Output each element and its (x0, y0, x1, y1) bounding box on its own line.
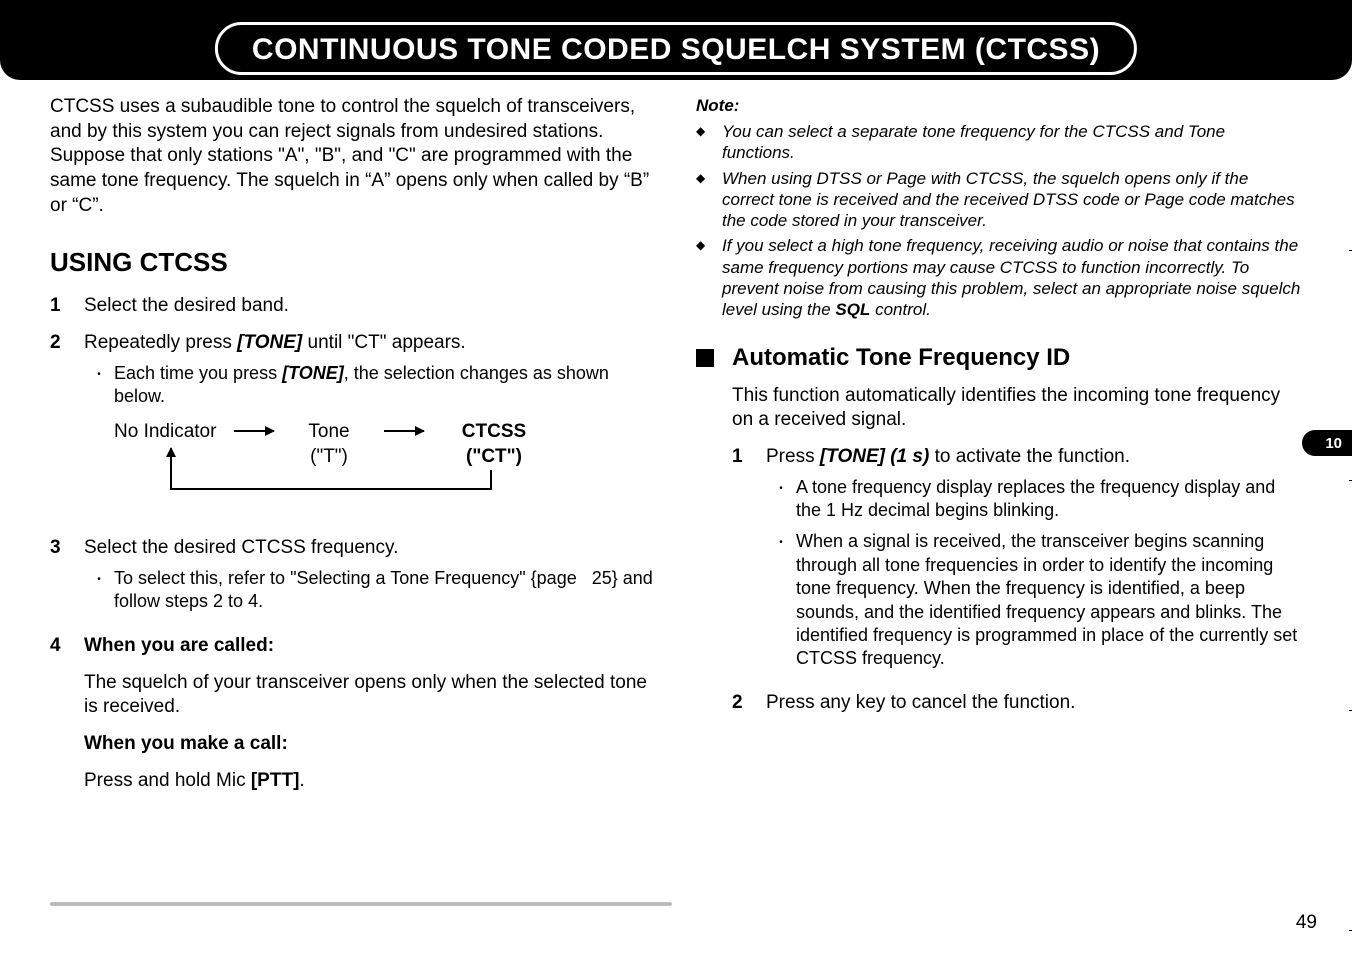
intro-paragraph: CTCSS uses a subaudible tone to control … (50, 95, 656, 218)
diamond-bullet-icon: ◆ (696, 235, 722, 320)
page-title-pill: CONTINUOUS TONE CODED SQUELCH SYSTEM (CT… (215, 22, 1137, 75)
bullet-icon: • (766, 530, 796, 670)
arrow-right-icon (384, 430, 424, 432)
crop-ticks (1348, 0, 1352, 954)
chapter-tab-badge: 10 (1302, 430, 1352, 456)
arrow-up-icon (170, 448, 172, 490)
bullet-icon: • (84, 362, 114, 409)
diagram-line (490, 470, 492, 490)
tone-1s-key: [TONE] (1 s) (820, 446, 929, 467)
step-3: 3 Select the desired CTCSS frequency. • … (50, 536, 656, 621)
note-item: ◆You can select a separate tone frequenc… (696, 121, 1302, 164)
when-call-body: Press and hold Mic [PTT]. (84, 769, 656, 794)
bullet-icon: • (84, 567, 114, 614)
sql-key: SQL (835, 300, 870, 319)
footer-rule (50, 902, 672, 906)
step-number: 2 (732, 691, 766, 716)
arrow-right-icon (234, 430, 274, 432)
step-number: 1 (732, 445, 766, 679)
right-step-1: 1 Press [TONE] (1 s) to activate the fun… (732, 445, 1302, 679)
note-list: ◆You can select a separate tone frequenc… (696, 121, 1302, 320)
when-called-body: The squelch of your transceiver opens on… (84, 671, 656, 720)
step-body: Press [TONE] (1 s) to activate the funct… (766, 445, 1302, 679)
step-body: Repeatedly press [TONE] until "CT" appea… (84, 331, 656, 524)
section-heading-using-ctcss: USING CTCSS (50, 246, 656, 280)
subsection-intro: This function automatically identifies t… (732, 384, 1302, 433)
left-column: CTCSS uses a subaudible tone to control … (50, 95, 656, 894)
right-step-2: 2 Press any key to cancel the function. (732, 691, 1302, 716)
page-number: 49 (1296, 912, 1317, 934)
step-2-sub: • Each time you press [TONE], the select… (84, 362, 656, 409)
tone-key: [TONE] (282, 363, 344, 383)
subsection-heading: Automatic Tone Frequency ID (732, 342, 1070, 373)
step-body: Select the desired CTCSS frequency. • To… (84, 536, 656, 621)
diag-ctcss-sub: ("CT") (466, 446, 522, 467)
bullet-icon: • (766, 476, 796, 523)
right-column: Note: ◆You can select a separate tone fr… (696, 95, 1302, 894)
step-2: 2 Repeatedly press [TONE] until "CT" app… (50, 331, 656, 524)
diag-tone-sub: ("T") (310, 446, 348, 467)
note-item: ◆If you select a high tone frequency, re… (696, 235, 1302, 320)
step-4: 4 When you are called: The squelch of yo… (50, 634, 656, 793)
subsection-heading-row: Automatic Tone Frequency ID (696, 342, 1302, 373)
step-body: Press any key to cancel the function. (766, 691, 1302, 716)
steps-list: 1 Select the desired band. 2 Repeatedly … (50, 294, 656, 793)
tone-key: [TONE] (237, 332, 302, 353)
right-step-1-sub2: • When a signal is received, the transce… (766, 530, 1302, 670)
content-columns: CTCSS uses a subaudible tone to control … (50, 95, 1302, 894)
step-body: When you are called: The squelch of your… (84, 634, 656, 793)
square-bullet-icon (696, 349, 714, 367)
step-1: 1 Select the desired band. (50, 294, 656, 319)
ptt-key: [PTT] (251, 770, 300, 791)
diag-no-indicator: No Indicator (114, 420, 216, 445)
diamond-bullet-icon: ◆ (696, 168, 722, 232)
diagram-line (170, 488, 492, 490)
right-step-1-sub1: • A tone frequency display replaces the … (766, 476, 1302, 523)
step-number: 4 (50, 634, 84, 793)
when-called-heading: When you are called: (84, 635, 274, 656)
chapter-number: 10 (1325, 435, 1342, 452)
note-heading: Note: (696, 95, 1302, 117)
right-steps-list: 1 Press [TONE] (1 s) to activate the fun… (732, 445, 1302, 716)
step-3-sub: • To select this, refer to "Selecting a … (84, 567, 656, 614)
diag-ctcss: CTCSS (462, 421, 526, 442)
diamond-bullet-icon: ◆ (696, 121, 722, 164)
selection-cycle-diagram: No Indicator Tone ("T") CTCSS ("CT") (114, 420, 656, 510)
page-title: CONTINUOUS TONE CODED SQUELCH SYSTEM (CT… (252, 33, 1100, 66)
step-body: Select the desired band. (84, 294, 656, 319)
step-number: 1 (50, 294, 84, 319)
step-number: 3 (50, 536, 84, 621)
step-number: 2 (50, 331, 84, 524)
note-item: ◆When using DTSS or Page with CTCSS, the… (696, 168, 1302, 232)
diag-tone: Tone (308, 421, 349, 442)
when-call-heading: When you make a call: (84, 733, 288, 754)
